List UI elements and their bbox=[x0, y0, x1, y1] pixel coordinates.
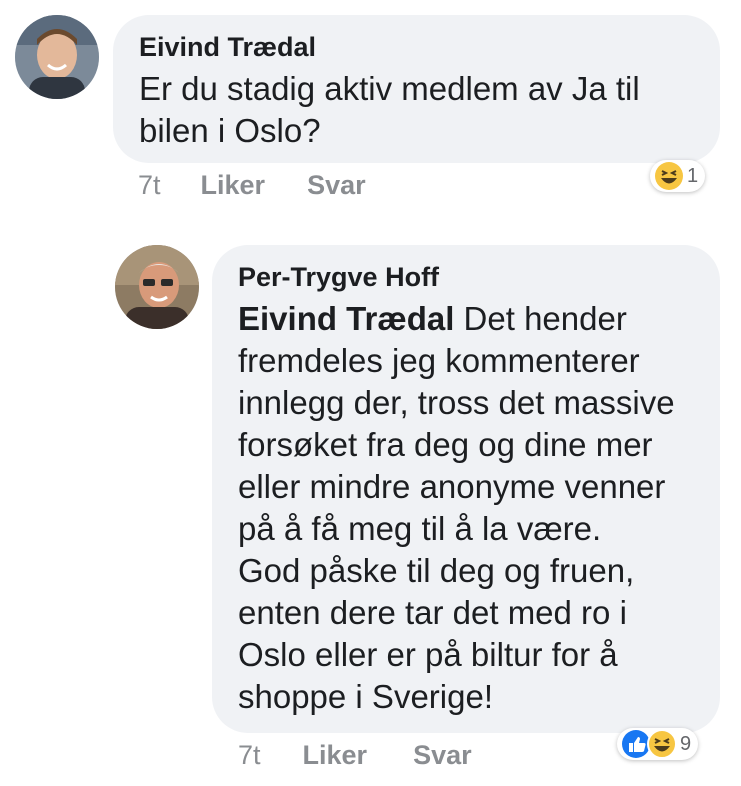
mention-link[interactable]: Eivind Trædal bbox=[238, 300, 454, 337]
comment-author[interactable]: Eivind Trædal bbox=[139, 31, 694, 63]
reply-author[interactable]: Per-Trygve Hoff bbox=[238, 261, 694, 293]
reply-bubble: Per-Trygve Hoff Eivind Trædal Det hender… bbox=[212, 245, 720, 733]
like-button[interactable]: Liker bbox=[201, 170, 266, 201]
reply-text: Eivind Trædal Det hender fremdeles jeg k… bbox=[238, 300, 675, 715]
avatar-per-trygve[interactable] bbox=[115, 245, 199, 329]
reply-button[interactable]: Svar bbox=[307, 170, 366, 201]
comment-bubble: Eivind Trædal Er du stadig aktiv medlem … bbox=[113, 15, 720, 163]
haha-icon bbox=[655, 162, 683, 190]
reply-button[interactable]: Svar bbox=[413, 740, 472, 771]
reaction-summary[interactable]: 9 bbox=[617, 728, 699, 760]
reply-actions: 7t Liker Svar bbox=[238, 740, 472, 771]
reaction-count: 1 bbox=[687, 164, 699, 187]
profile-photo-icon bbox=[15, 15, 99, 99]
reaction-summary[interactable]: 1 bbox=[650, 160, 706, 192]
comment-actions: 7t Liker Svar bbox=[138, 170, 366, 201]
like-button[interactable]: Liker bbox=[303, 740, 368, 771]
reply-time[interactable]: 7t bbox=[238, 740, 261, 771]
comment-text: Er du stadig aktiv medlem av Ja til bile… bbox=[139, 70, 640, 149]
comment-time[interactable]: 7t bbox=[138, 170, 161, 201]
avatar-eivind[interactable] bbox=[15, 15, 99, 99]
haha-icon bbox=[647, 729, 677, 759]
reaction-count: 9 bbox=[680, 732, 692, 755]
profile-photo-icon bbox=[115, 245, 199, 329]
